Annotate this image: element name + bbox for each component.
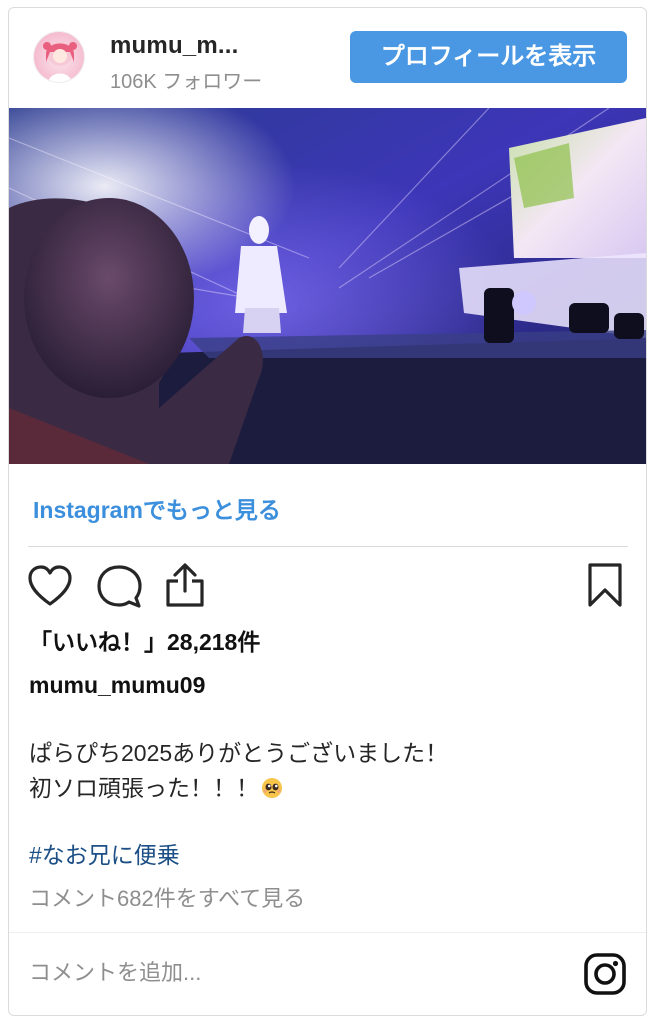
bookmark-icon[interactable] bbox=[586, 562, 624, 608]
instagram-embed-card: mumu_m... 106K フォロワー プロフィールを表示 Instagram… bbox=[8, 7, 647, 1016]
pleading-face-emoji-icon bbox=[261, 774, 283, 798]
caption-line: 初ソロ頑張った！！！ bbox=[29, 771, 448, 806]
post-owner-username[interactable]: mumu_mumu09 bbox=[29, 672, 205, 699]
caption-line: ぱらぴち2025ありがとうございました！ bbox=[29, 740, 449, 766]
action-bar bbox=[9, 558, 646, 616]
instagram-icon[interactable] bbox=[583, 952, 627, 996]
avatar[interactable] bbox=[33, 31, 85, 83]
add-comment-input[interactable] bbox=[29, 953, 549, 993]
view-profile-button[interactable]: プロフィールを表示 bbox=[350, 31, 627, 83]
comment-bubble-icon[interactable] bbox=[96, 564, 142, 610]
post-photo[interactable] bbox=[9, 108, 646, 464]
divider bbox=[28, 546, 628, 547]
share-icon[interactable] bbox=[163, 561, 207, 609]
view-more-on-instagram-link[interactable]: Instagramでもっと見る bbox=[33, 491, 281, 525]
caption-text: 初ソロ頑張った！！！ bbox=[29, 775, 259, 801]
heart-icon[interactable] bbox=[26, 564, 74, 608]
follower-count: 106K フォロワー bbox=[110, 71, 263, 93]
username[interactable]: mumu_m... bbox=[110, 32, 239, 60]
hashtag-link[interactable]: #なお兄に便乗 bbox=[29, 836, 180, 870]
post-caption: ぱらぴち2025ありがとうございました！ 初ソロ頑張った！！！ bbox=[29, 736, 448, 806]
view-all-comments-link[interactable]: コメント682件をすべて見る bbox=[29, 881, 305, 913]
like-count[interactable]: 「いいね！」28,218件 bbox=[29, 623, 260, 657]
post-header: mumu_m... 106K フォロワー プロフィールを表示 bbox=[9, 8, 646, 108]
divider bbox=[9, 932, 646, 933]
